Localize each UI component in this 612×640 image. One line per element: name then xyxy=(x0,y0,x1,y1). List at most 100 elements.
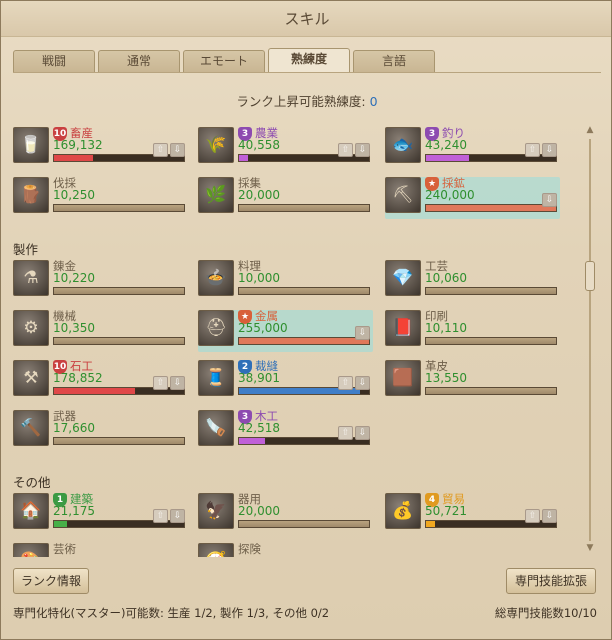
skill-value: 43,240 xyxy=(425,138,467,152)
raise-arrow-icon[interactable]: ⇧ xyxy=(338,376,353,390)
skill-handicraft[interactable]: 💎 工芸 10,060 xyxy=(385,259,560,302)
expand-skill-button[interactable]: 専門技能拡張 xyxy=(506,568,596,594)
skill-dexterity[interactable]: 🦅 器用 20,000 xyxy=(198,492,373,535)
skill-artistry[interactable]: 🎨 芸術 xyxy=(13,542,188,557)
mining-icon[interactable]: ⛏ xyxy=(385,177,421,213)
alchemy-icon[interactable]: ⚗ xyxy=(13,260,49,296)
scroll-down-icon[interactable]: ▼ xyxy=(584,543,596,555)
tab-language[interactable]: 言語 xyxy=(353,50,435,72)
skill-logging[interactable]: 🪵 伐採 10,250 xyxy=(13,176,188,219)
skill-buttons: ⇧ ⇩ xyxy=(523,137,557,157)
lower-arrow-icon[interactable]: ⇩ xyxy=(355,326,370,340)
scrollbar[interactable]: ▲ ▼ xyxy=(584,125,596,555)
skill-glyph: 💎 xyxy=(392,268,414,288)
tailoring-icon[interactable]: 🧵 xyxy=(198,360,234,396)
title-bar[interactable]: スキル xyxy=(1,1,611,37)
artistry-icon[interactable]: 🎨 xyxy=(13,543,49,557)
tab-emote[interactable]: エモート xyxy=(183,50,265,72)
skill-progress-bar xyxy=(425,337,557,345)
logging-icon[interactable]: 🪵 xyxy=(13,177,49,213)
cooking-icon[interactable]: 🍲 xyxy=(198,260,234,296)
skill-commerce[interactable]: 💰 4 貿易 50,721 ⇧ ⇩ xyxy=(385,492,560,535)
skill-glyph: ⛏ xyxy=(392,185,414,205)
lower-arrow-icon[interactable]: ⇩ xyxy=(542,193,557,207)
skill-leatherwork[interactable]: 🟫 革皮 13,550 xyxy=(385,359,560,402)
skill-construction[interactable]: 🏠 1 建築 21,175 ⇧ ⇩ xyxy=(13,492,188,535)
skill-glyph: ⚙ xyxy=(23,318,39,338)
skill-gathering[interactable]: 🌿 採集 20,000 xyxy=(198,176,373,219)
masonry-icon[interactable]: ⚒ xyxy=(13,360,49,396)
skill-glyph: 🟫 xyxy=(392,368,414,388)
livestock-icon[interactable]: 🥛 xyxy=(13,127,49,163)
mastery-count: 専門化特化(マスター)可能数: 生産 1/2, 製作 1/3, その他 0/2 xyxy=(13,606,330,620)
construction-icon[interactable]: 🏠 xyxy=(13,493,49,529)
skill-progress-bar xyxy=(425,287,557,295)
skill-progress-fill xyxy=(426,521,436,527)
skill-cooking[interactable]: 🍲 料理 10,000 xyxy=(198,259,373,302)
skill-livestock[interactable]: 🥛 10 畜産 169,132 ⇧ ⇩ xyxy=(13,126,188,169)
gathering-icon[interactable]: 🌿 xyxy=(198,177,234,213)
skill-window: スキル 戦闘 通常 エモート 熟練度 言語 ランク上昇可能熟練度: 0 製作 そ… xyxy=(0,0,612,640)
commerce-icon[interactable]: 💰 xyxy=(385,493,421,529)
carpentry-icon[interactable]: 🪚 xyxy=(198,410,234,446)
skill-fishing[interactable]: 🐟 3 釣り 43,240 ⇧ ⇩ xyxy=(385,126,560,169)
fishing-icon[interactable]: 🐟 xyxy=(385,127,421,163)
raise-arrow-icon[interactable]: ⇧ xyxy=(153,143,168,157)
exploration-icon[interactable]: 🧭 xyxy=(198,543,234,557)
skill-farming[interactable]: 🌾 3 農業 40,558 ⇧ ⇩ xyxy=(198,126,373,169)
raise-arrow-icon[interactable]: ⇧ xyxy=(338,143,353,157)
lower-arrow-icon[interactable]: ⇩ xyxy=(355,143,370,157)
skill-progress-fill xyxy=(426,205,556,211)
rank-info-button[interactable]: ランク情報 xyxy=(13,568,89,594)
weaponry-icon[interactable]: 🔨 xyxy=(13,410,49,446)
skill-exploration[interactable]: 🧭 探険 xyxy=(198,541,373,557)
skill-buttons: ⇧ ⇩ xyxy=(151,137,185,157)
skill-progress-bar xyxy=(238,520,370,528)
raise-arrow-icon[interactable]: ⇧ xyxy=(525,509,540,523)
skill-glyph: 🧵 xyxy=(205,368,227,388)
skill-value: 20,000 xyxy=(238,504,280,518)
lower-arrow-icon[interactable]: ⇩ xyxy=(355,376,370,390)
skill-glyph: 💰 xyxy=(392,501,414,521)
skill-tailoring[interactable]: 🧵 2 裁縫 38,901 ⇧ ⇩ xyxy=(198,359,373,402)
lower-arrow-icon[interactable]: ⇩ xyxy=(542,509,557,523)
skill-value: 21,175 xyxy=(53,504,95,518)
tab-proficiency[interactable]: 熟練度 xyxy=(268,48,350,72)
skill-progress-bar xyxy=(53,204,185,212)
skill-progress-bar xyxy=(238,287,370,295)
raise-arrow-icon[interactable]: ⇧ xyxy=(153,509,168,523)
skill-metalwork[interactable]: ⛑ ★ 金属 255,000 ⇩ xyxy=(198,309,373,352)
skill-printing[interactable]: 📕 印刷 10,110 xyxy=(385,309,560,352)
skill-masonry[interactable]: ⚒ 10 石工 178,852 ⇧ ⇩ xyxy=(13,359,188,402)
skill-alchemy[interactable]: ⚗ 錬金 10,220 xyxy=(13,259,188,302)
skill-carpentry[interactable]: 🪚 3 木工 42,518 ⇧ ⇩ xyxy=(198,409,373,452)
skill-weaponry[interactable]: 🔨 武器 17,660 xyxy=(13,409,188,452)
tab-general[interactable]: 通常 xyxy=(98,50,180,72)
raise-arrow-icon[interactable]: ⇧ xyxy=(338,426,353,440)
scroll-thumb[interactable] xyxy=(585,261,595,291)
skill-value: 255,000 xyxy=(238,321,288,335)
handicraft-icon[interactable]: 💎 xyxy=(385,260,421,296)
raise-arrow-icon[interactable]: ⇧ xyxy=(525,143,540,157)
lower-arrow-icon[interactable]: ⇩ xyxy=(170,376,185,390)
dexterity-icon[interactable]: 🦅 xyxy=(198,493,234,529)
skill-machinery[interactable]: ⚙ 機械 10,350 xyxy=(13,309,188,352)
total-skill-count: 総専門技能数10/10 xyxy=(494,606,597,620)
lower-arrow-icon[interactable]: ⇩ xyxy=(542,143,557,157)
machinery-icon[interactable]: ⚙ xyxy=(13,310,49,346)
lower-arrow-icon[interactable]: ⇩ xyxy=(170,509,185,523)
skill-name: 探険 xyxy=(238,541,261,557)
skill-progress-bar xyxy=(238,204,370,212)
tab-combat[interactable]: 戦闘 xyxy=(13,50,95,72)
skill-buttons: ⇧ ⇩ xyxy=(523,503,557,523)
farming-icon[interactable]: 🌾 xyxy=(198,127,234,163)
scroll-up-icon[interactable]: ▲ xyxy=(584,125,596,137)
lower-arrow-icon[interactable]: ⇩ xyxy=(170,143,185,157)
lower-arrow-icon[interactable]: ⇩ xyxy=(355,426,370,440)
printing-icon[interactable]: 📕 xyxy=(385,310,421,346)
metalwork-icon[interactable]: ⛑ xyxy=(198,310,234,346)
skill-buttons: ⇧ ⇩ xyxy=(336,370,370,390)
leatherwork-icon[interactable]: 🟫 xyxy=(385,360,421,396)
raise-arrow-icon[interactable]: ⇧ xyxy=(153,376,168,390)
skill-mining[interactable]: ⛏ ★ 採鉱 240,000 ⇩ xyxy=(385,176,560,219)
